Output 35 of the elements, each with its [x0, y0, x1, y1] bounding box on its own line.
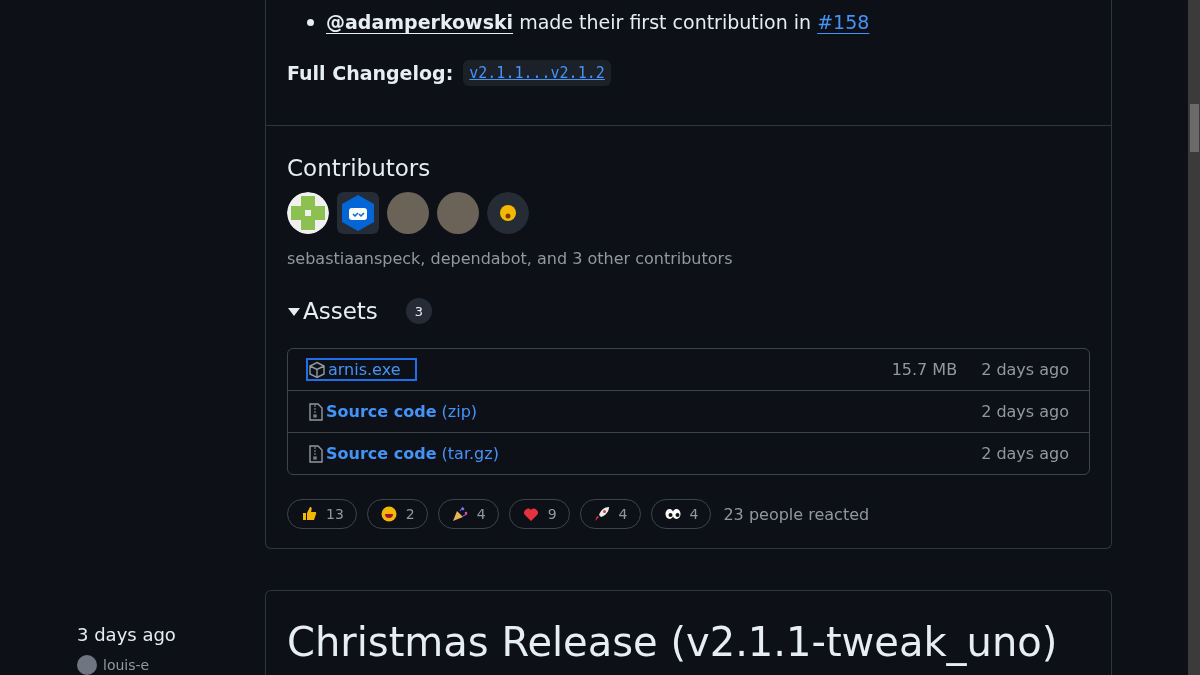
- asset-date: 2 days ago: [981, 402, 1069, 421]
- reactions-summary: 23 people reacted: [723, 504, 870, 524]
- changelog-label: Full Changelog:: [287, 62, 454, 84]
- author-avatar[interactable]: [77, 655, 97, 675]
- package-icon: [308, 360, 326, 379]
- asset-size: 15.7 MB: [891, 360, 958, 379]
- avatar-photo-placeholder[interactable]: [437, 192, 479, 234]
- asset-link[interactable]: Source code (zip): [308, 402, 478, 421]
- asset-date: 2 days ago: [981, 360, 1069, 379]
- scrollbar-thumb[interactable]: [1190, 104, 1199, 152]
- zip-file-icon: [308, 444, 324, 463]
- changelog-link[interactable]: v2.1.1...v2.1.2: [463, 60, 611, 86]
- bot-avatar[interactable]: [337, 192, 379, 234]
- asset-link[interactable]: arnis.exe: [308, 360, 415, 379]
- pull-request-link[interactable]: #158: [817, 11, 870, 33]
- release-title: Christmas Release (v2.1.1-tweak_uno): [287, 619, 1059, 665]
- asset-link[interactable]: Source code (tar.gz): [308, 444, 499, 463]
- party-emoji-icon: [450, 505, 469, 523]
- release-date: 3 days ago: [76, 624, 177, 645]
- bullet-icon: [307, 18, 314, 26]
- contributors-summary: sebastiaanspeck, dependabot, and 3 other contributors: [287, 249, 734, 268]
- contributors-heading: Contributors: [287, 155, 432, 183]
- zip-file-icon: [308, 402, 324, 421]
- author-name[interactable]: louis-e: [103, 657, 150, 673]
- avatar-photo-placeholder[interactable]: [387, 192, 429, 234]
- emoji-avatar[interactable]: [487, 192, 529, 234]
- assets-count: 3: [405, 298, 432, 324]
- contribution-text: @adamperkowski made their first contribution in #158: [326, 11, 870, 33]
- identicon-avatar[interactable]: [287, 192, 329, 234]
- assets-toggle[interactable]: Assets: [287, 298, 378, 324]
- asset-date: 2 days ago: [981, 444, 1069, 463]
- user-link[interactable]: @adamperkowski: [326, 11, 514, 33]
- smile-emoji-icon: [379, 505, 398, 523]
- thumbs-up-emoji-icon: [300, 505, 318, 523]
- rocket-emoji-icon: [592, 505, 611, 523]
